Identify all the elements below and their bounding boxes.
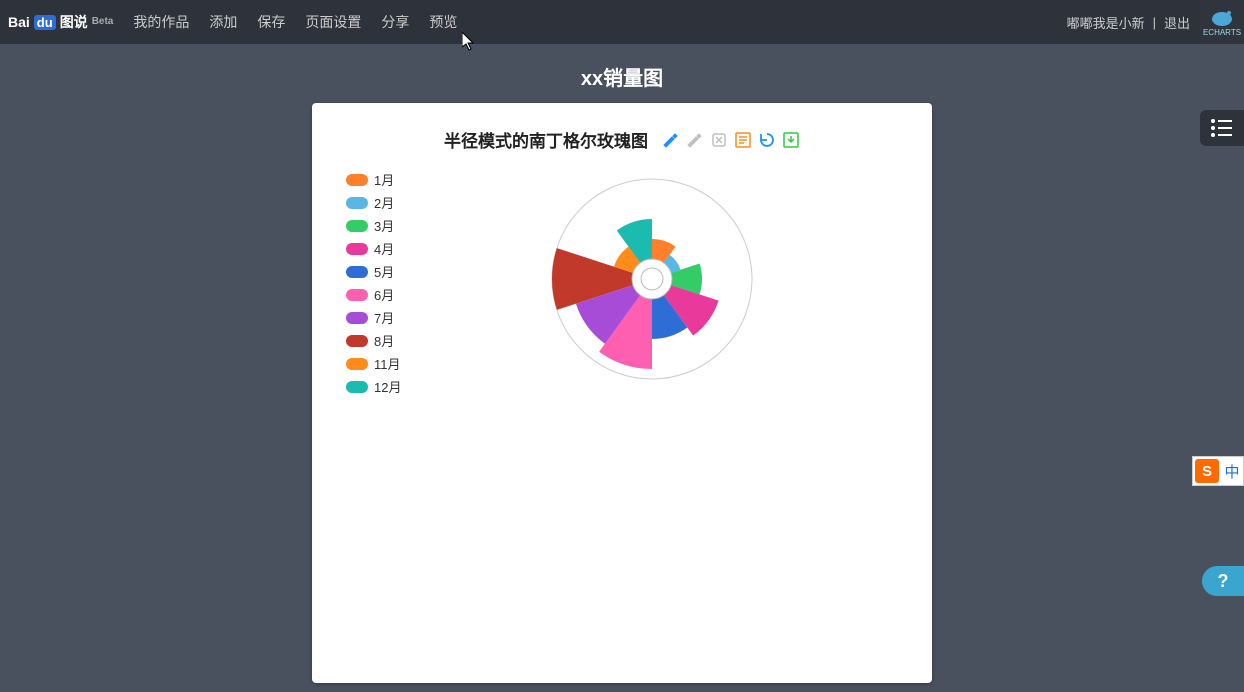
legend-item[interactable]: 3月 xyxy=(346,216,401,235)
nav-add[interactable]: 添加 xyxy=(209,12,237,32)
legend-swatch xyxy=(346,174,368,186)
nav-my-works[interactable]: 我的作品 xyxy=(133,12,189,32)
legend-label: 12月 xyxy=(374,377,401,396)
legend-label: 11月 xyxy=(374,354,401,373)
legend-item[interactable]: 8月 xyxy=(346,331,401,350)
chart-card: 半径模式的南丁格尔玫瑰图 1月 2月 3月 4月 5月 6月 7月 8月 11月 12月 xyxy=(312,103,932,683)
legend-label: 1月 xyxy=(374,170,394,189)
legend-label: 5月 xyxy=(374,262,394,281)
legend-label: 6月 xyxy=(374,285,394,304)
legend-item[interactable]: 5月 xyxy=(346,262,401,281)
legend-swatch xyxy=(346,197,368,209)
chart-legend: 1月 2月 3月 4月 5月 6月 7月 8月 11月 12月 xyxy=(346,170,401,396)
nav-share[interactable]: 分享 xyxy=(381,12,409,32)
legend-item[interactable]: 1月 xyxy=(346,170,401,189)
main-nav: 我的作品 添加 保存 页面设置 分享 预览 xyxy=(133,12,457,32)
brand-mid: du xyxy=(34,15,56,30)
nav-page-settings[interactable]: 页面设置 xyxy=(305,12,361,32)
chart-title: 半径模式的南丁格尔玫瑰图 xyxy=(444,127,648,152)
legend-label: 7月 xyxy=(374,308,394,327)
nav-save[interactable]: 保存 xyxy=(257,12,285,32)
logout-link[interactable]: 退出 xyxy=(1164,13,1190,32)
echarts-label: ECHARTS xyxy=(1203,28,1241,37)
legend-item[interactable]: 6月 xyxy=(346,285,401,304)
legend-item[interactable]: 11月 xyxy=(346,354,401,373)
save-image-icon[interactable] xyxy=(782,131,800,149)
legend-item[interactable]: 12月 xyxy=(346,377,401,396)
legend-swatch xyxy=(346,358,368,370)
mark-clear-icon[interactable] xyxy=(686,131,704,149)
brand-beta: Beta xyxy=(92,16,114,27)
legend-label: 4月 xyxy=(374,239,394,258)
page-title: xx销量图 xyxy=(0,62,1244,91)
side-panel-toggle[interactable] xyxy=(1200,110,1244,146)
echarts-logo[interactable]: ECHARTS xyxy=(1200,0,1244,44)
legend-swatch xyxy=(346,220,368,232)
top-bar: Baidu 图说 Beta 我的作品 添加 保存 页面设置 分享 预览 嘟嘟我是小… xyxy=(0,0,1244,44)
legend-swatch xyxy=(346,381,368,393)
nav-preview[interactable]: 预览 xyxy=(429,12,457,32)
mark-icon[interactable] xyxy=(662,131,680,149)
legend-swatch xyxy=(346,289,368,301)
ime-sogou-icon: S xyxy=(1195,459,1219,483)
legend-item[interactable]: 7月 xyxy=(346,308,401,327)
chart-toolbox xyxy=(662,131,800,149)
ime-indicator[interactable]: S 中 xyxy=(1192,456,1244,486)
legend-item[interactable]: 2月 xyxy=(346,193,401,212)
brand-right: 图说 xyxy=(60,12,88,32)
brand-logo[interactable]: Baidu 图说 Beta xyxy=(8,12,113,32)
legend-label: 2月 xyxy=(374,193,394,212)
legend-swatch xyxy=(346,243,368,255)
restore-icon[interactable] xyxy=(758,131,776,149)
help-button[interactable]: ? xyxy=(1202,566,1244,596)
user-area: 嘟嘟我是小新 | 退出 xyxy=(1067,13,1190,32)
rose-chart[interactable] xyxy=(537,164,767,394)
mark-undo-icon[interactable] xyxy=(710,131,728,149)
data-view-icon[interactable] xyxy=(734,131,752,149)
list-icon xyxy=(1210,118,1234,138)
legend-swatch xyxy=(346,312,368,324)
legend-item[interactable]: 4月 xyxy=(346,239,401,258)
user-name[interactable]: 嘟嘟我是小新 xyxy=(1067,13,1145,32)
brand-left: Bai xyxy=(8,14,30,30)
legend-swatch xyxy=(346,266,368,278)
legend-label: 3月 xyxy=(374,216,394,235)
legend-label: 8月 xyxy=(374,331,394,350)
legend-swatch xyxy=(346,335,368,347)
ime-lang: 中 xyxy=(1221,460,1243,482)
